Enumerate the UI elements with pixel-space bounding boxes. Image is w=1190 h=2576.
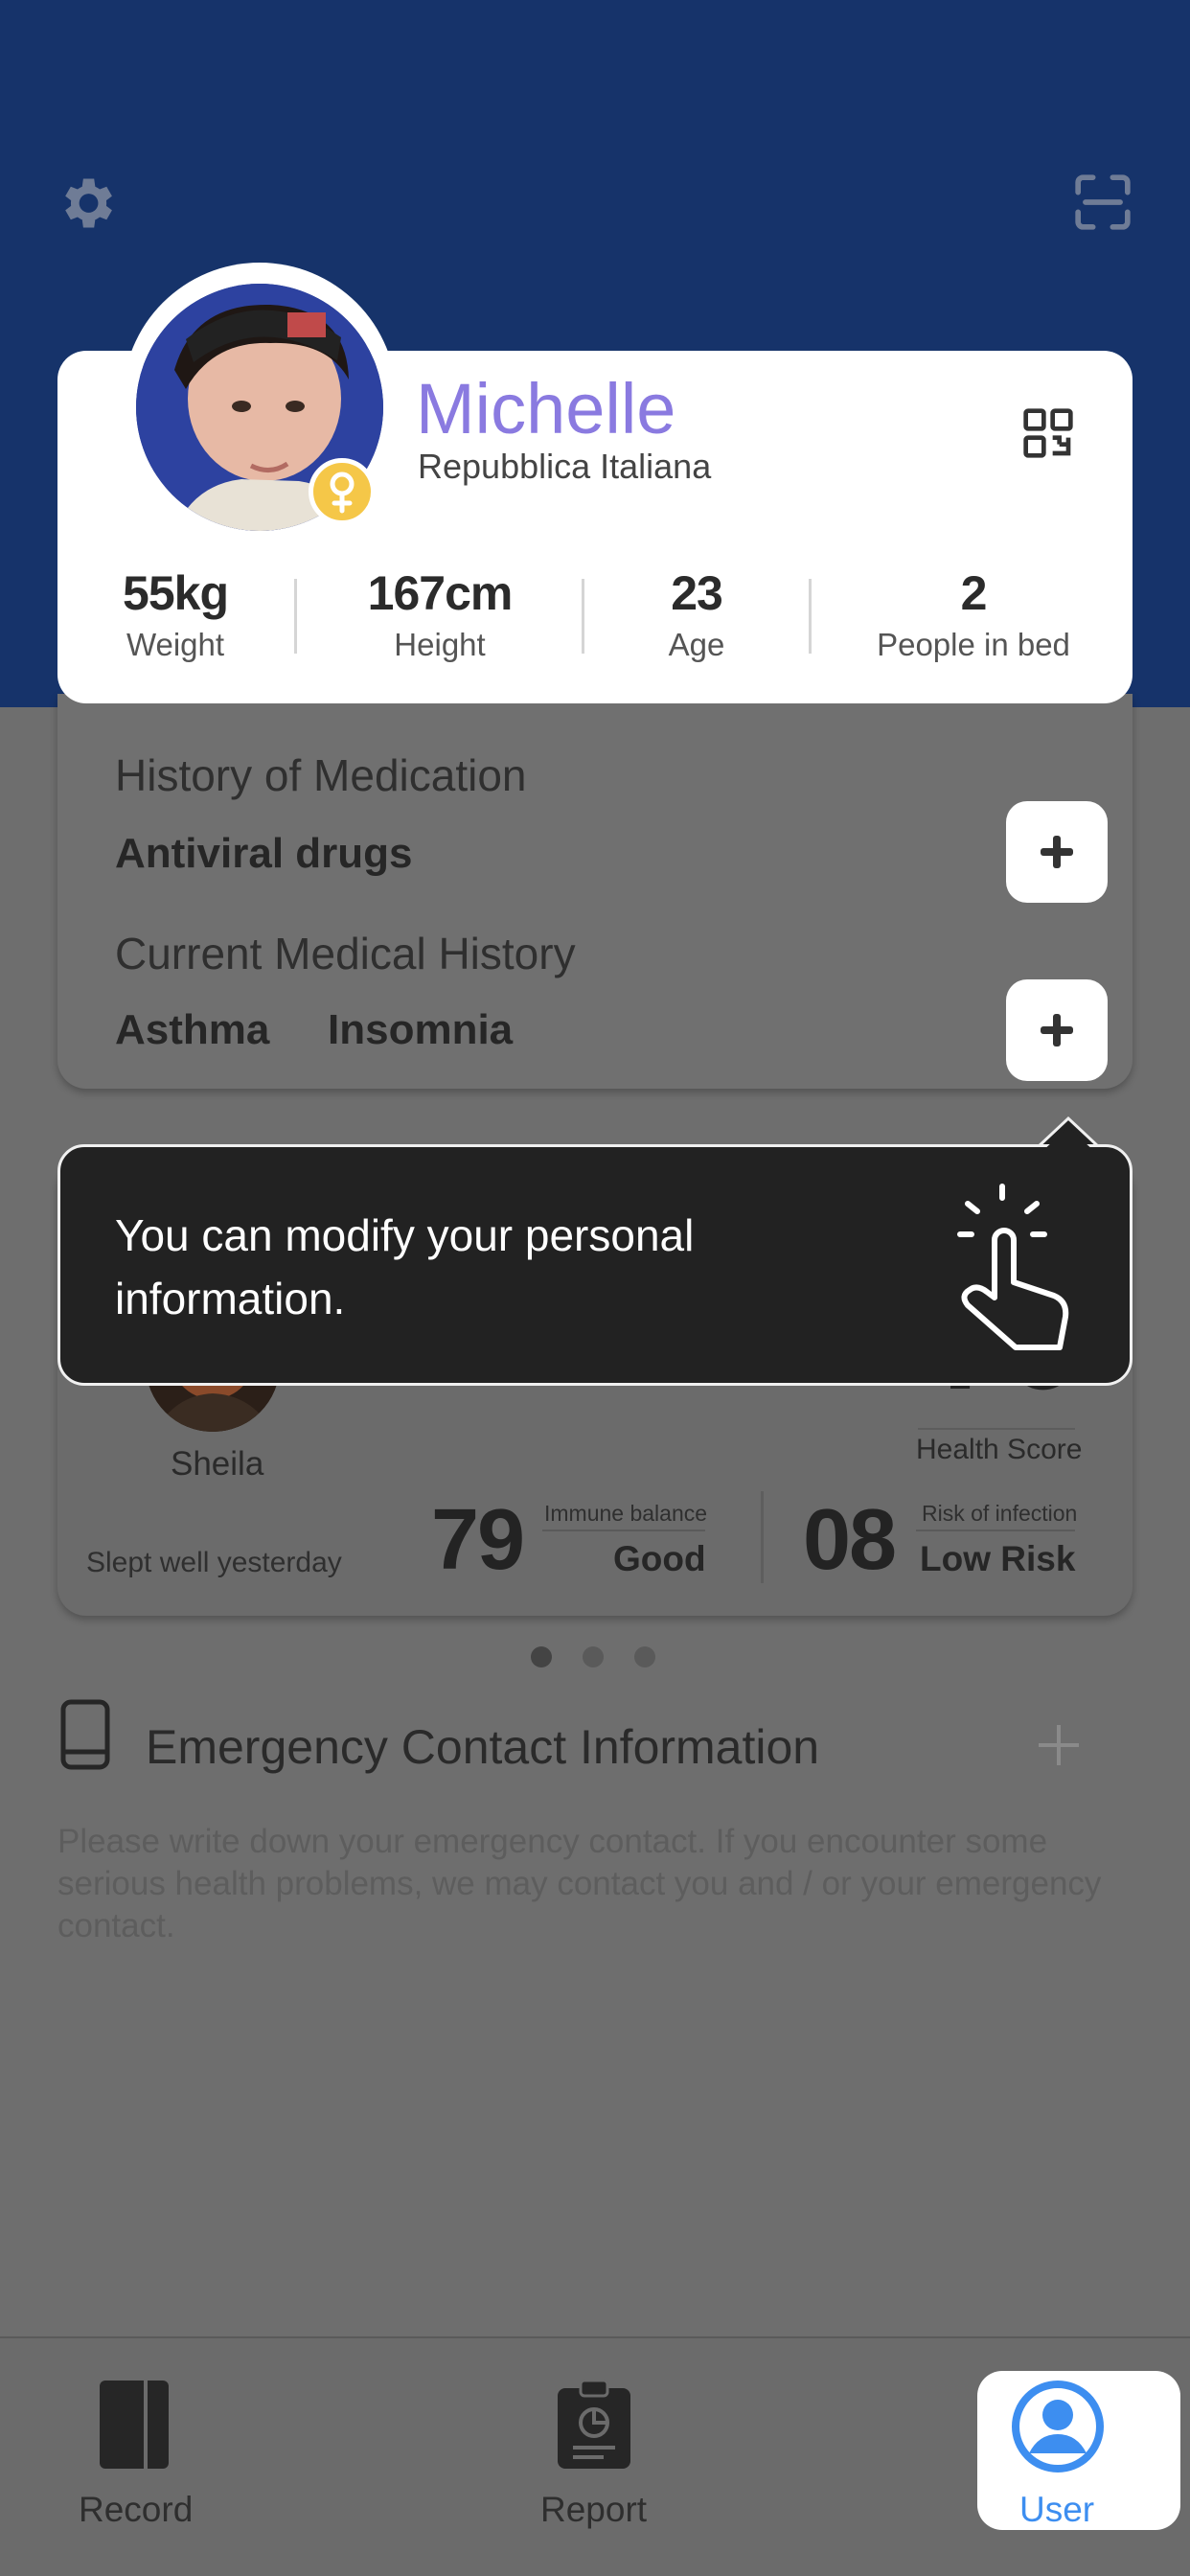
- infection-risk-label: Risk of infection: [922, 1501, 1078, 1526]
- immune-balance-value: Good: [613, 1539, 706, 1578]
- stat-age-value: 23: [671, 566, 723, 620]
- nav-record-label[interactable]: Record: [79, 2490, 193, 2530]
- stat-height: 167cm Height: [356, 565, 523, 663]
- stat-people-in-bed-value: 2: [960, 566, 988, 620]
- page-dot-2[interactable]: [583, 1646, 604, 1668]
- stat-weight: 55kg Weight: [105, 565, 245, 663]
- stat-divider: [809, 579, 812, 654]
- emergency-contact-description: Please write down your emergency contact…: [57, 1823, 1102, 1944]
- stat-divider: [294, 579, 297, 654]
- immune-balance-underline: [542, 1530, 705, 1531]
- scan-icon[interactable]: [1073, 172, 1133, 232]
- nav-user-label[interactable]: User: [1019, 2490, 1094, 2530]
- profile-name: Michelle: [416, 369, 676, 448]
- emergency-contact-title: Emergency Contact Information: [146, 1720, 820, 1774]
- health-score-underline: [918, 1428, 1075, 1430]
- page-dot-1[interactable]: [531, 1646, 552, 1668]
- stat-height-label: Height: [394, 627, 486, 662]
- tooltip-arrow-mask: [1041, 1127, 1095, 1152]
- profile-country: Repubblica Italiana: [418, 447, 712, 486]
- health-score-label: Health Score: [916, 1434, 1083, 1465]
- immune-balance-label: Immune balance: [544, 1501, 708, 1526]
- tooltip-text: You can modify your personal information…: [115, 1210, 695, 1323]
- medical-history-value-insomnia: Insomnia: [328, 1006, 514, 1053]
- stat-height-value: 167cm: [367, 566, 514, 620]
- medication-history-label: History of Medication: [115, 750, 527, 800]
- stat-divider: [582, 579, 584, 654]
- page-dot-3[interactable]: [634, 1646, 655, 1668]
- infection-risk-value: Low Risk: [920, 1539, 1076, 1578]
- metric-divider: [761, 1491, 764, 1583]
- immune-balance-number: 79: [431, 1492, 525, 1588]
- female-gender-badge: [309, 458, 376, 525]
- stat-weight-value: 55kg: [123, 566, 229, 620]
- infection-risk-number: 08: [803, 1492, 897, 1588]
- stat-age-label: Age: [668, 627, 725, 662]
- settings-gear-icon[interactable]: [54, 171, 119, 236]
- infection-risk-underline: [916, 1530, 1075, 1531]
- female-icon: [330, 472, 355, 514]
- add-emergency-contact-button[interactable]: [1039, 1725, 1079, 1765]
- nav-report-label[interactable]: Report: [540, 2490, 647, 2530]
- tap-hand-icon: [957, 1184, 1069, 1350]
- user-icon[interactable]: [1010, 2379, 1106, 2474]
- stat-age: 23 Age: [644, 565, 749, 663]
- report-icon[interactable]: [556, 2379, 632, 2471]
- phone-icon: [60, 1699, 110, 1770]
- qr-code-icon[interactable]: [1021, 406, 1075, 460]
- stat-people-in-bed-label: People in bed: [877, 627, 1070, 662]
- sleep-status-text: Slept well yesterday: [86, 1547, 342, 1578]
- add-medical-history-button[interactable]: [1006, 979, 1108, 1081]
- record-icon[interactable]: [98, 2379, 171, 2471]
- add-medication-button[interactable]: [1006, 801, 1108, 903]
- medication-value: Antiviral drugs: [115, 830, 413, 877]
- stat-people-in-bed: 2 People in bed: [853, 565, 1094, 663]
- sleep-partner-name: Sheila: [171, 1445, 264, 1483]
- stat-weight-label: Weight: [126, 627, 225, 662]
- medical-history-value-asthma: Asthma: [115, 1006, 270, 1053]
- medical-history-label: Current Medical History: [115, 929, 576, 978]
